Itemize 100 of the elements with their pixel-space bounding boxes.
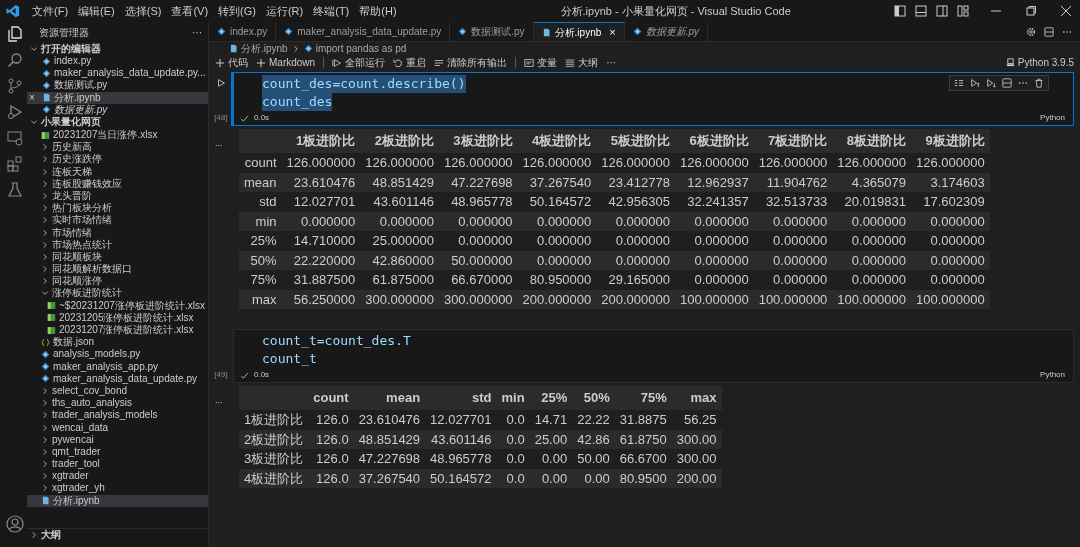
files-icon[interactable]	[6, 26, 23, 42]
output-menu[interactable]: ...	[215, 395, 223, 405]
folder-item[interactable]: xgtrader	[27, 470, 208, 483]
customize-layout-icon[interactable]	[957, 5, 969, 17]
close-button[interactable]: ×	[29, 92, 39, 103]
expanded-chevron-icon[interactable]	[30, 118, 38, 127]
collapsed-chevron-icon[interactable]	[41, 228, 49, 237]
collapsed-chevron-icon[interactable]	[41, 216, 49, 225]
flask-icon[interactable]	[6, 182, 23, 198]
folder-item[interactable]: pywencai	[27, 433, 208, 446]
toolbar-button[interactable]: ···	[606, 57, 617, 68]
extensions-icon[interactable]	[6, 156, 23, 172]
source-control-icon[interactable]	[6, 78, 23, 94]
file-item[interactable]: × 分析.ipynb	[27, 91, 208, 104]
toolbar-button[interactable]: 重启	[393, 57, 427, 68]
more-actions[interactable]: ···	[192, 24, 202, 40]
run-debug-icon[interactable]	[6, 104, 23, 120]
search-icon[interactable]	[6, 52, 23, 68]
collapsed-chevron-icon[interactable]	[30, 531, 38, 539]
menu-item[interactable]: 选择(S)	[120, 2, 166, 20]
collapsed-chevron-icon[interactable]	[41, 472, 49, 481]
folder-item[interactable]: 历史新高	[27, 141, 208, 154]
collapsed-chevron-icon[interactable]	[41, 277, 49, 286]
file-item[interactable]: maker_analysis_app.py	[27, 360, 208, 373]
folder-item[interactable]: wencai_data	[27, 421, 208, 434]
run-cell-icon[interactable]	[216, 78, 226, 88]
toolbar-button[interactable]: 清除所有输出	[434, 57, 508, 68]
folder-item[interactable]: trader_tool	[27, 458, 208, 471]
file-item[interactable]: 20231205涨停板进阶统计.xlsx	[27, 311, 208, 324]
split-layout-icon[interactable]	[936, 5, 948, 17]
account-icon[interactable]	[5, 515, 24, 533]
close-icon[interactable]	[1060, 5, 1072, 17]
collapsed-chevron-icon[interactable]	[41, 411, 49, 420]
trash-icon[interactable]	[1034, 78, 1044, 88]
collapsed-chevron-icon[interactable]	[41, 386, 49, 395]
menu-item[interactable]: 终端(T)	[309, 2, 354, 20]
folder-item[interactable]: 热门板块分析	[27, 202, 208, 215]
toolbar-button[interactable]: 变量	[524, 57, 558, 68]
file-item[interactable]: maker_analysis_data_update.py	[27, 372, 208, 385]
editor-tab[interactable]: 分析.ipynb ×	[533, 22, 625, 41]
split-cell-icon[interactable]	[1002, 78, 1012, 88]
collapsed-chevron-icon[interactable]	[41, 447, 49, 456]
breadcrumb-separator-icon[interactable]	[291, 44, 300, 53]
expanded-chevron-icon[interactable]	[30, 44, 38, 53]
collapsed-chevron-icon[interactable]	[41, 155, 49, 164]
breadcrumb-item[interactable]: 分析.ipynb	[229, 41, 288, 56]
remote-monitor-icon[interactable]	[6, 130, 23, 146]
expanded-chevron-icon[interactable]	[41, 289, 49, 298]
collapsed-chevron-icon[interactable]	[41, 423, 49, 432]
folder-item[interactable]: xgtrader_yh	[27, 482, 208, 495]
folder-item[interactable]: trader_analysis_models	[27, 409, 208, 422]
toolbar-button[interactable]: 全部运行	[332, 57, 386, 68]
folder-item[interactable]: 连板股赚钱效应	[27, 177, 208, 190]
cell-language[interactable]: Python	[1040, 112, 1065, 124]
file-item[interactable]: 数据测试.py	[27, 79, 208, 92]
cell-language[interactable]: Python	[1040, 369, 1065, 381]
collapsed-chevron-icon[interactable]	[41, 265, 49, 274]
menu-item[interactable]: 帮助(H)	[355, 2, 401, 20]
menu-item[interactable]: 运行(R)	[261, 2, 308, 20]
file-item[interactable]: maker_analysis_data_update.py...	[27, 67, 208, 80]
menu-item[interactable]: 文件(F)	[28, 2, 73, 20]
restore-icon[interactable]	[1025, 5, 1037, 17]
collapsed-chevron-icon[interactable]	[41, 204, 49, 213]
close-button[interactable]: ×	[609, 23, 616, 41]
breadcrumb-item[interactable]: import pandas as pd	[303, 41, 407, 56]
folder-item[interactable]: 涨停板进阶统计	[27, 287, 208, 300]
folder-item[interactable]: 历史涨跌停	[27, 153, 208, 166]
file-item[interactable]: 数据.json	[27, 336, 208, 349]
file-item[interactable]: ~$20231207涨停板进阶统计.xlsx	[27, 299, 208, 312]
collapsed-chevron-icon[interactable]	[41, 484, 49, 493]
list-icon[interactable]	[954, 78, 964, 88]
collapsed-chevron-icon[interactable]	[41, 240, 49, 249]
folder-item[interactable]: 连板天梯	[27, 165, 208, 178]
file-item[interactable]: 20231207涨停板进阶统计.xlsx	[27, 323, 208, 337]
file-item[interactable]: index.py	[27, 55, 208, 68]
section-header[interactable]: 打开的编辑器	[27, 42, 208, 55]
folder-item[interactable]: 同花顺涨停	[27, 275, 208, 288]
toolbar-button[interactable]: 代码	[215, 57, 248, 68]
section-header[interactable]: 小果量化网页	[27, 115, 208, 129]
kernel-picker[interactable]: Python 3.9.5	[1005, 55, 1074, 70]
folder-item[interactable]: select_cov_bond	[27, 384, 208, 398]
toolbar-button[interactable]: Markdown	[256, 57, 316, 68]
folder-item[interactable]: qmt_trader	[27, 445, 208, 458]
collapsed-chevron-icon[interactable]	[41, 167, 49, 176]
section-header[interactable]: 大纲	[27, 528, 208, 541]
file-item[interactable]: analysis_models.py	[27, 348, 208, 361]
file-item[interactable]: 20231207当日涨停.xlsx	[27, 128, 208, 142]
folder-item[interactable]: 同花顺解析数据口	[27, 263, 208, 276]
output-menu[interactable]: ...	[215, 138, 223, 148]
split-editor-icon[interactable]	[1044, 26, 1054, 37]
collapsed-chevron-icon[interactable]	[41, 399, 49, 408]
file-item[interactable]: 数据更新.py	[27, 103, 208, 116]
collapsed-chevron-icon[interactable]	[41, 460, 49, 469]
menu-item[interactable]: 查看(V)	[167, 2, 213, 20]
run-above-icon[interactable]	[970, 78, 980, 88]
folder-item[interactable]: ths_auto_analysis	[27, 397, 208, 410]
panel-layout-icon[interactable]	[915, 5, 927, 17]
folder-item[interactable]: 市场情绪	[27, 226, 208, 239]
menu-item[interactable]: 转到(G)	[214, 2, 260, 20]
folder-item[interactable]: 龙头晋阶	[27, 189, 208, 203]
